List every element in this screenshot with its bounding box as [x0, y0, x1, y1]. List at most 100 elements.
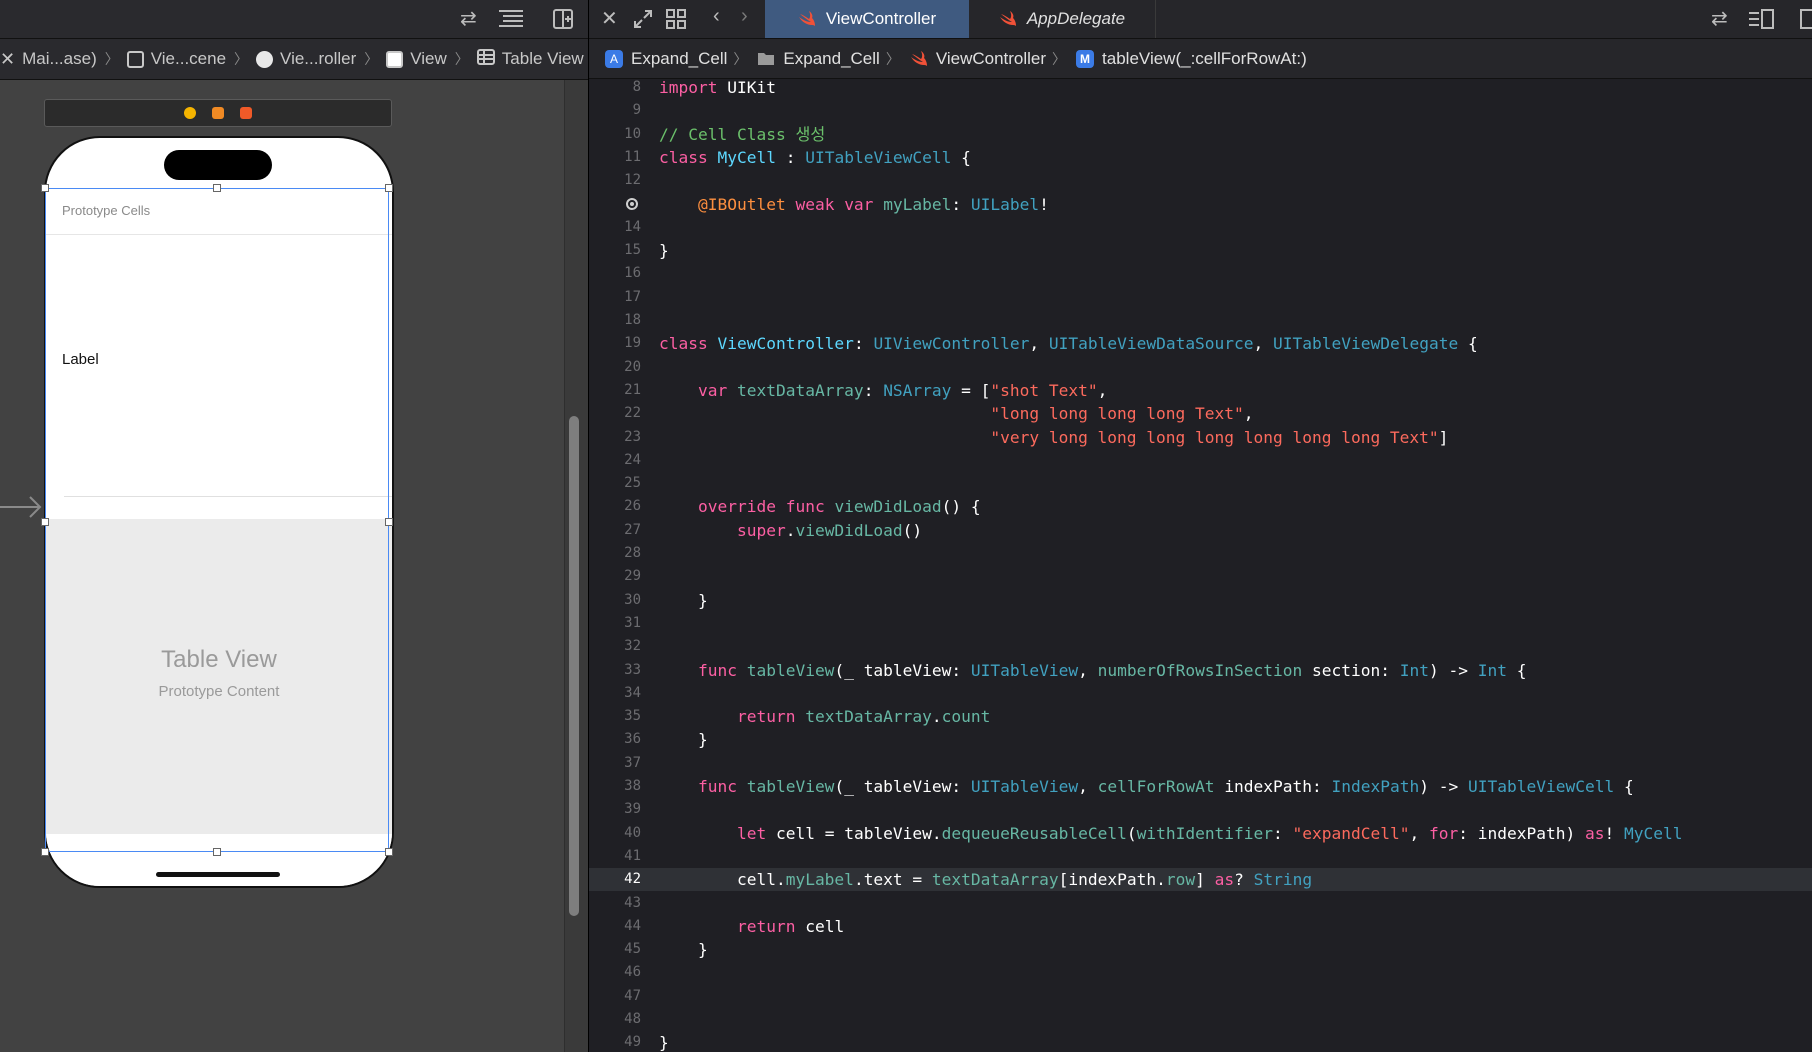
code-line[interactable]: 33 func tableView(_ tableView: UITableVi…: [589, 659, 1812, 682]
code-line[interactable]: 23 "very long long long long long long l…: [589, 426, 1812, 449]
resize-handle[interactable]: [213, 848, 221, 856]
line-number[interactable]: 47: [589, 985, 641, 1008]
jump-item-method[interactable]: M tableView(_:cellForRowAt:): [1076, 49, 1307, 69]
code-line[interactable]: 24: [589, 449, 1812, 472]
add-editor-icon[interactable]: [552, 8, 574, 35]
code-line[interactable]: 38 func tableView(_ tableView: UITableVi…: [589, 775, 1812, 798]
jump-item-project[interactable]: A Expand_Cell: [605, 49, 727, 69]
code-text[interactable]: }: [659, 1031, 669, 1052]
line-number[interactable]: 23: [589, 426, 641, 449]
line-number[interactable]: 32: [589, 635, 641, 658]
code-line[interactable]: 45 }: [589, 938, 1812, 961]
resize-handle[interactable]: [213, 184, 221, 192]
exit-icon[interactable]: [240, 107, 252, 119]
code-text[interactable]: return textDataArray.count: [659, 705, 990, 728]
line-number[interactable]: 18: [589, 309, 641, 332]
code-line[interactable]: 22 "long long long long Text",: [589, 402, 1812, 425]
jump-item-main[interactable]: ✕ Mai...ase): [0, 49, 97, 70]
code-line[interactable]: 8 import UIKit: [589, 80, 1812, 99]
code-line[interactable]: 43: [589, 892, 1812, 915]
line-number[interactable]: 8: [589, 80, 641, 99]
jump-item-view[interactable]: View: [386, 49, 447, 69]
code-text[interactable]: class MyCell : UITableViewCell {: [659, 146, 971, 169]
line-number[interactable]: 22: [589, 402, 641, 425]
code-line[interactable]: 15}: [589, 239, 1812, 262]
line-number[interactable]: 36: [589, 728, 641, 751]
code-text[interactable]: override func viewDidLoad() {: [659, 495, 981, 518]
line-number[interactable]: 48: [589, 1008, 641, 1031]
code-text[interactable]: return cell: [659, 915, 844, 938]
code-text[interactable]: // Cell Class 생성: [659, 123, 825, 146]
line-number[interactable]: 10: [589, 123, 641, 146]
sidebar-icon[interactable]: [1800, 8, 1812, 35]
jump-item-file[interactable]: ViewController: [910, 49, 1046, 69]
code-line[interactable]: 11 class MyCell : UITableViewCell {: [589, 146, 1812, 169]
code-line[interactable]: 25: [589, 472, 1812, 495]
line-number[interactable]: 41: [589, 845, 641, 868]
code-line[interactable]: 40 let cell = tableView.dequeueReusableC…: [589, 822, 1812, 845]
line-number[interactable]: 17: [589, 286, 641, 309]
code-line[interactable]: 9: [589, 99, 1812, 122]
code-line[interactable]: @IBOutlet weak var myLabel: UILabel!: [589, 193, 1812, 216]
code-text[interactable]: import UIKit: [659, 80, 776, 99]
jump-item-folder[interactable]: Expand_Cell: [757, 49, 880, 69]
code-text[interactable]: cell.myLabel.text = textDataArray[indexP…: [659, 868, 1312, 891]
line-number[interactable]: 42: [589, 868, 641, 891]
resize-handle[interactable]: [385, 518, 393, 526]
jump-item-viewcontroller[interactable]: Vie...roller: [256, 49, 356, 69]
resize-handle[interactable]: [41, 518, 49, 526]
code-line[interactable]: 31: [589, 612, 1812, 635]
code-line[interactable]: 16: [589, 262, 1812, 285]
line-number[interactable]: 49: [589, 1031, 641, 1052]
code-line[interactable]: 39: [589, 798, 1812, 821]
code-line[interactable]: 27 super.viewDidLoad(): [589, 519, 1812, 542]
resize-handle[interactable]: [41, 848, 49, 856]
line-number[interactable]: 37: [589, 752, 641, 775]
code-line[interactable]: 28: [589, 542, 1812, 565]
code-text[interactable]: class ViewController: UIViewController, …: [659, 332, 1478, 355]
back-icon[interactable]: ‹: [713, 5, 720, 28]
code-text[interactable]: }: [659, 728, 708, 751]
view-controller-dock-icon[interactable]: [184, 107, 196, 119]
code-text[interactable]: func tableView(_ tableView: UITableView,…: [659, 775, 1634, 798]
swap-arrows-icon[interactable]: ⇄: [460, 6, 477, 31]
code-line[interactable]: 26 override func viewDidLoad() {: [589, 495, 1812, 518]
line-number[interactable]: 15: [589, 239, 641, 262]
line-number[interactable]: 44: [589, 915, 641, 938]
line-number[interactable]: 30: [589, 589, 641, 612]
line-number[interactable]: 24: [589, 449, 641, 472]
close-icon[interactable]: ✕: [601, 6, 618, 31]
grid-icon[interactable]: [665, 8, 687, 35]
code-text[interactable]: }: [659, 239, 669, 262]
line-number[interactable]: 45: [589, 938, 641, 961]
code-line[interactable]: 12: [589, 169, 1812, 192]
resize-handle[interactable]: [41, 184, 49, 192]
line-number[interactable]: 39: [589, 798, 641, 821]
code-text[interactable]: super.viewDidLoad(): [659, 519, 922, 542]
line-number[interactable]: 29: [589, 565, 641, 588]
line-number[interactable]: 26: [589, 495, 641, 518]
code-editor[interactable]: 8 import UIKit 9 10 // Cell Class 생성 11 class …: [589, 80, 1812, 1052]
canvas-scrollbar-thumb[interactable]: [569, 416, 579, 916]
code-line[interactable]: 29: [589, 565, 1812, 588]
jump-item-scene[interactable]: Vie...cene: [126, 49, 226, 69]
code-text[interactable]: var textDataArray: NSArray = ["shot Text…: [659, 379, 1107, 402]
resize-handle[interactable]: [385, 184, 393, 192]
line-number[interactable]: 21: [589, 379, 641, 402]
lines-icon[interactable]: [497, 8, 525, 35]
code-line[interactable]: 19 class ViewController: UIViewController…: [589, 332, 1812, 355]
code-text[interactable]: "very long long long long long long long…: [659, 426, 1448, 449]
expand-icon[interactable]: [632, 8, 654, 35]
code-line[interactable]: 46: [589, 961, 1812, 984]
code-line[interactable]: 14: [589, 216, 1812, 239]
swap-arrows-icon[interactable]: ⇄: [1711, 6, 1728, 31]
code-text[interactable]: @IBOutlet weak var myLabel: UILabel!: [659, 193, 1049, 216]
code-text[interactable]: }: [659, 938, 708, 961]
line-number[interactable]: 16: [589, 262, 641, 285]
line-number[interactable]: 27: [589, 519, 641, 542]
code-line[interactable]: 10 // Cell Class 생성: [589, 123, 1812, 146]
code-line[interactable]: 32: [589, 635, 1812, 658]
line-number[interactable]: 35: [589, 705, 641, 728]
code-line[interactable]: 47: [589, 985, 1812, 1008]
tab-appdelegate[interactable]: AppDelegate: [969, 0, 1156, 38]
